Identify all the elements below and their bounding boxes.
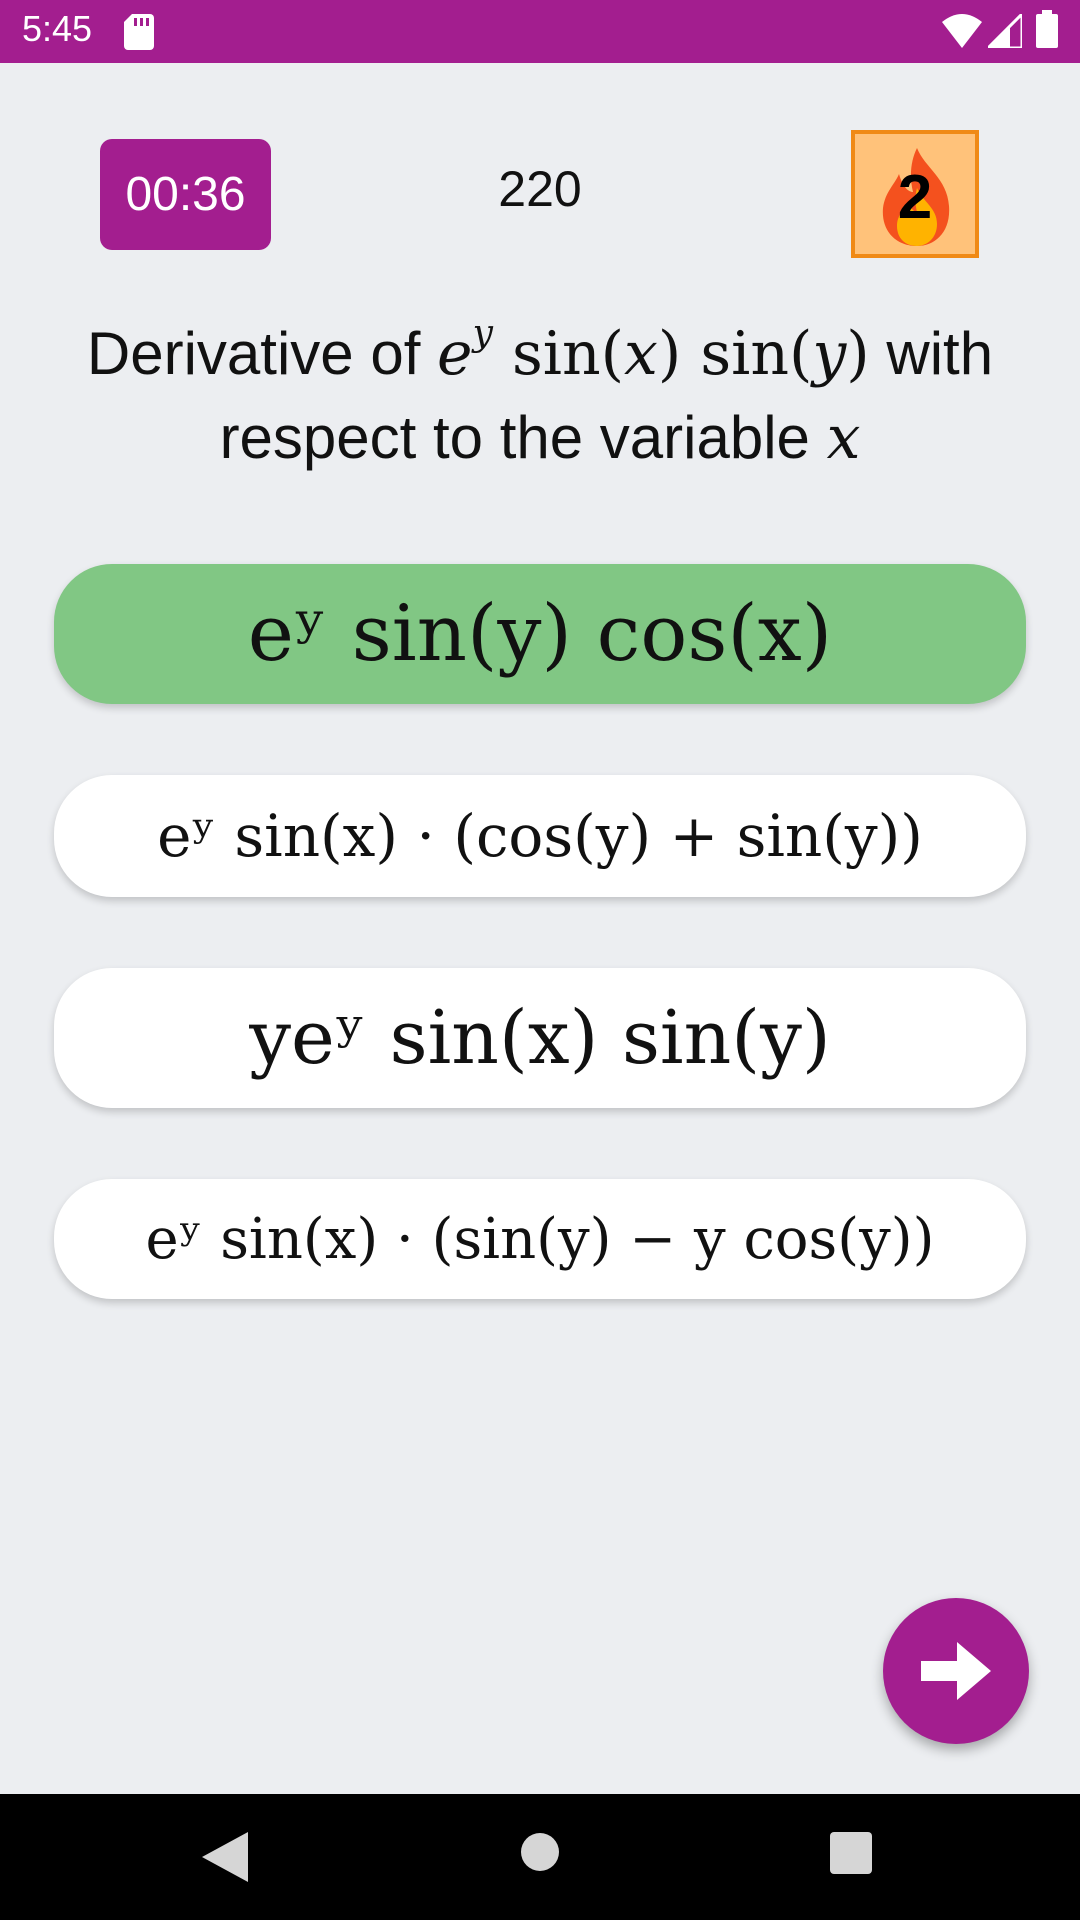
answer-option-1-text: eʸ sin(y) cos(x) — [247, 589, 833, 679]
answer-option-4[interactable]: eʸ sin(x) · (sin(y) − y cos(y)) — [54, 1179, 1026, 1299]
battery-icon — [1036, 10, 1058, 48]
answer-option-3-text: yeʸ sin(x) sin(y) — [249, 995, 831, 1081]
question-func-e: e — [437, 319, 473, 389]
status-bar: 5:45 — [0, 0, 1080, 63]
answer-option-4-text: eʸ sin(x) · (sin(y) − y cos(y)) — [145, 1206, 935, 1272]
question-func-part1: sin( — [492, 319, 625, 389]
back-icon[interactable] — [202, 1832, 248, 1882]
answer-option-2-text: eʸ sin(x) · (cos(y) + sin(y)) — [157, 802, 923, 870]
nav-bar — [0, 1794, 1080, 1920]
timer-badge: 00:36 — [100, 139, 271, 250]
streak-count: 2 — [897, 163, 933, 232]
wifi-icon — [942, 14, 982, 48]
question-text: Derivative of ey sin(x) sin(y) with resp… — [20, 312, 1060, 480]
sd-card-icon — [124, 14, 154, 50]
question-func-x: x — [624, 319, 658, 389]
arrow-right-icon — [921, 1642, 991, 1700]
next-button[interactable] — [883, 1598, 1029, 1744]
question-prefix: Derivative of — [86, 320, 438, 387]
streak-badge: 2 — [851, 130, 979, 258]
recents-icon[interactable] — [830, 1832, 872, 1874]
timer-text: 00:36 — [125, 168, 246, 221]
question-func-part3: ) — [846, 319, 870, 389]
question-func-part2: ) sin( — [657, 319, 813, 389]
question-func-exp: y — [472, 313, 493, 355]
home-icon[interactable] — [520, 1832, 560, 1872]
answer-option-1[interactable]: eʸ sin(y) cos(x) — [54, 564, 1026, 704]
score-display: 220 — [498, 161, 582, 217]
answer-option-2[interactable]: eʸ sin(x) · (cos(y) + sin(y)) — [54, 775, 1026, 897]
signal-icon — [988, 14, 1022, 48]
answer-option-3[interactable]: yeʸ sin(x) sin(y) — [54, 968, 1026, 1108]
question-variable: x — [826, 403, 861, 473]
status-time: 5:45 — [22, 8, 93, 49]
question-func-y: y — [812, 319, 847, 389]
